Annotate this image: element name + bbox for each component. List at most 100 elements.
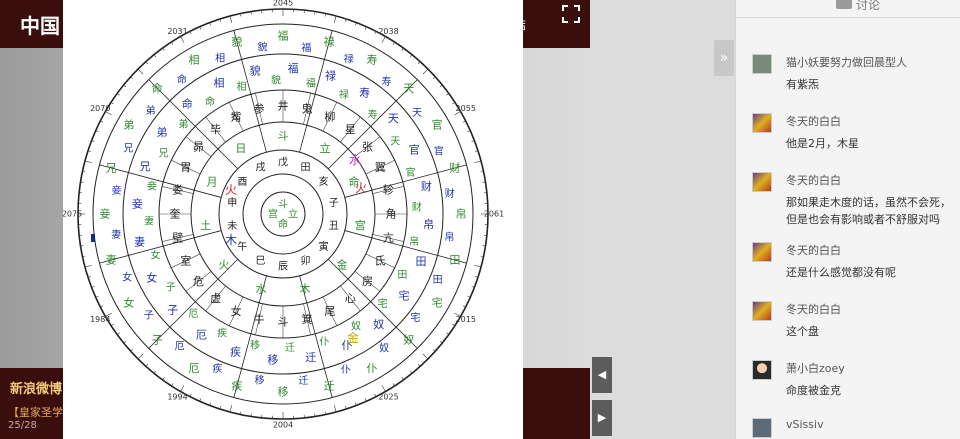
outer-ring-label: 禄 bbox=[344, 53, 354, 66]
inner-ring-label: 酉 bbox=[237, 177, 247, 188]
palace-ring-label: 貌 bbox=[250, 63, 261, 77]
chart-tick bbox=[417, 61, 421, 65]
palace-ring-label: 兄 bbox=[139, 160, 150, 173]
palace-ring-label: 貌 bbox=[271, 74, 281, 87]
outer-ring-label: 命 bbox=[152, 81, 163, 95]
palace-ring-label: 相 bbox=[237, 80, 247, 93]
inner-ring-label: 未 bbox=[227, 220, 237, 232]
palace-ring-label: 天 bbox=[390, 136, 400, 147]
mansion-label: 鬼 bbox=[302, 101, 313, 115]
inner-ring-label: 戊 bbox=[278, 156, 288, 168]
inner-ring-label: 丑 bbox=[329, 221, 339, 232]
mid-ring-label: 火 bbox=[219, 259, 230, 272]
comment-author[interactable]: 萧小白zoey bbox=[786, 360, 845, 376]
planet-fire-label: 火 bbox=[355, 181, 367, 195]
outer-ring-label: 厄 bbox=[189, 362, 200, 375]
blog-title[interactable]: 新浪微博 bbox=[10, 378, 62, 397]
mansion-label: 氐 bbox=[375, 255, 386, 268]
palace-ring-label: 宅 bbox=[378, 297, 388, 310]
palace-ring-label: 禄 bbox=[339, 88, 349, 101]
palace-ring-label: 官 bbox=[405, 166, 415, 179]
inner-ring-label: 田 bbox=[301, 162, 311, 173]
comment-text: 那如果走木度的话，虽然不会死，但是也会有影响或者不舒服对吗 bbox=[786, 196, 951, 226]
outer-ring-label: 奴 bbox=[403, 333, 414, 347]
outer-ring-label: 相 bbox=[189, 54, 200, 67]
mansion-label: 房 bbox=[362, 275, 373, 288]
chart-tick bbox=[123, 84, 127, 88]
mansion-label: 虚 bbox=[210, 292, 221, 305]
center-label: 立 bbox=[288, 207, 298, 220]
avatar[interactable] bbox=[752, 54, 772, 74]
palace-ring-label: 女 bbox=[151, 249, 161, 262]
mid-ring-label: 日 bbox=[235, 142, 246, 155]
inner-ring-label: 辰 bbox=[278, 260, 288, 272]
palace-ring-label: 迁 bbox=[305, 351, 316, 364]
collapse-panel-button[interactable]: » bbox=[714, 40, 734, 76]
palace-ring-label: 厄 bbox=[188, 308, 198, 320]
avatar[interactable] bbox=[752, 301, 772, 321]
outer-ring-label: 帛 bbox=[456, 207, 467, 221]
avatar[interactable] bbox=[752, 242, 772, 262]
outer-ring-label: 寿 bbox=[381, 75, 391, 88]
avatar[interactable] bbox=[752, 113, 772, 133]
chart-ring bbox=[218, 149, 348, 279]
comment-author[interactable]: 冬天的白白 bbox=[786, 242, 841, 258]
chart-tick bbox=[333, 15, 337, 23]
mid-ring-label: 金 bbox=[336, 258, 347, 272]
astrology-chart-image: 福禄寿天官财帛田宅奴仆迁移疾厄子女妻妾兄弟命相貌福禄寿天官财帛田宅奴仆迁移疾厄子… bbox=[63, 0, 523, 439]
outer-ring-label: 官 bbox=[432, 118, 443, 132]
outer-ring-label: 兄 bbox=[106, 162, 117, 175]
mansion-label: 觜 bbox=[231, 109, 242, 123]
palace-ring-label: 疾 bbox=[217, 327, 227, 340]
avatar[interactable] bbox=[752, 360, 772, 380]
outer-ring-label: 疾 bbox=[212, 362, 222, 375]
comment-author[interactable]: 猫小妖要努力做回晨型人 bbox=[786, 54, 907, 70]
fullscreen-icon[interactable] bbox=[562, 5, 580, 23]
outer-ring-label: 仆 bbox=[341, 364, 351, 376]
palace-ring-label: 帛 bbox=[409, 235, 419, 248]
outer-ring-label: 妻 bbox=[111, 228, 121, 241]
outer-ring-label: 天 bbox=[403, 82, 414, 95]
planet-wood-label: 木 bbox=[225, 233, 237, 247]
next-arrow-button[interactable]: ▶ bbox=[592, 400, 612, 436]
palace-ring-label: 天 bbox=[388, 112, 399, 125]
comment-author[interactable]: 冬天的白白 bbox=[786, 301, 841, 317]
mansion-label: 张 bbox=[362, 140, 373, 153]
speech-bubble-icon bbox=[836, 0, 852, 9]
palace-ring-label: 子 bbox=[166, 281, 176, 293]
avatar[interactable] bbox=[752, 172, 772, 192]
palace-ring-label: 寿 bbox=[359, 86, 370, 100]
comment-author[interactable]: 冬天的白白 bbox=[786, 172, 841, 188]
palace-ring-label: 弟 bbox=[156, 126, 167, 139]
year-label: 2061 bbox=[484, 210, 504, 219]
chart-tick bbox=[409, 370, 413, 374]
chart-tick bbox=[333, 405, 337, 413]
comment-author[interactable]: 冬天的白白 bbox=[786, 113, 841, 129]
outer-ring-label: 子 bbox=[152, 334, 163, 347]
chart-tick bbox=[422, 68, 429, 75]
prev-arrow-button[interactable]: ◀ bbox=[592, 357, 612, 393]
comment-text: 还是什么感觉都没有呢 bbox=[786, 266, 896, 279]
mansion-label: 参 bbox=[253, 101, 264, 115]
chart-marker bbox=[91, 234, 95, 242]
mid-ring-label: 斗 bbox=[278, 130, 289, 143]
avatar[interactable] bbox=[752, 418, 772, 438]
outer-ring-label: 仆 bbox=[367, 362, 378, 375]
mid-ring-label: 立 bbox=[320, 141, 331, 155]
year-label: 2055 bbox=[456, 104, 476, 113]
year-label: 2004 bbox=[273, 421, 293, 430]
outer-ring-label: 迁 bbox=[324, 380, 335, 393]
chart-tick bbox=[409, 54, 413, 58]
tag-line[interactable]: 【皇家圣学 bbox=[8, 404, 63, 420]
mansion-label: 牛 bbox=[253, 312, 264, 326]
page-counter: 25/28 bbox=[8, 420, 37, 431]
chart-tick bbox=[401, 47, 404, 51]
palace-ring-label: 帛 bbox=[423, 217, 434, 231]
palace-ring-label: 官 bbox=[409, 143, 420, 157]
comment-author[interactable]: vSissiv bbox=[786, 418, 824, 431]
comments-header-label: 讨论 bbox=[856, 0, 881, 12]
palace-ring-label: 迁 bbox=[285, 342, 295, 354]
palace-ring-label: 财 bbox=[421, 179, 432, 193]
outer-ring-label: 疾 bbox=[231, 379, 242, 393]
mansion-label: 角 bbox=[386, 208, 397, 221]
